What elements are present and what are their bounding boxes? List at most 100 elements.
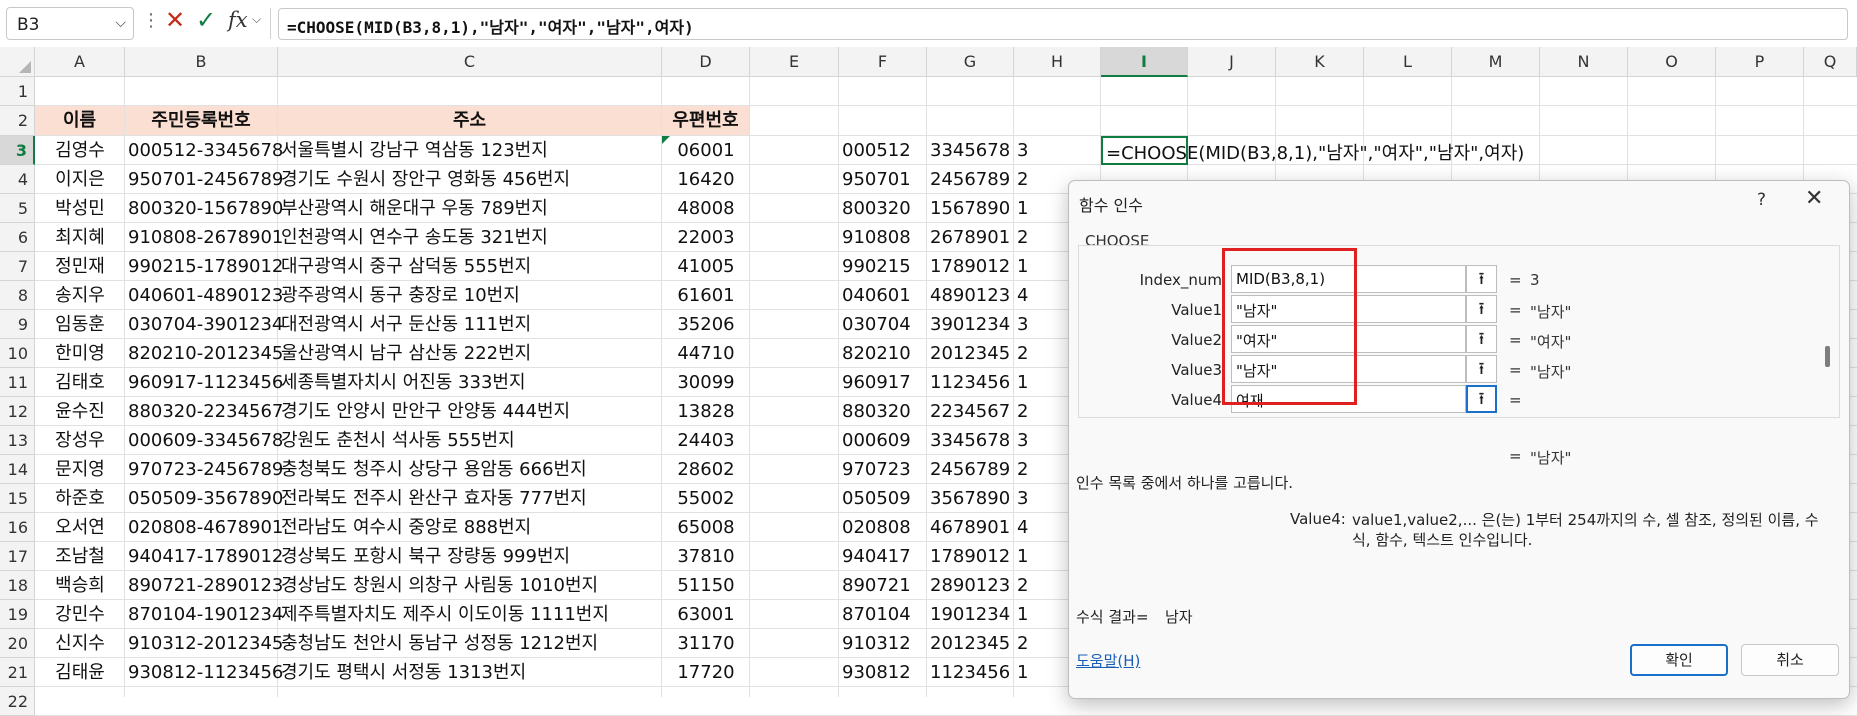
cell-name[interactable]: 이지은 [35,165,125,194]
cell-name[interactable]: 문지영 [35,455,125,484]
insert-function-icon[interactable]: fx [228,8,248,32]
cell-zip[interactable]: 48008 [662,194,750,223]
cell-g[interactable]: 1123456 [930,658,1010,687]
row-header-20[interactable]: 20 [0,629,35,658]
cell-rrn[interactable]: 950701-2456789 [128,165,283,194]
cell-f[interactable]: 950701 [842,165,911,194]
cell-f[interactable]: 890721 [842,571,911,600]
cell-zip[interactable]: 63001 [662,600,750,629]
cell-h[interactable]: 1 [1017,658,1028,687]
cell-g[interactable]: 3901234 [930,310,1010,339]
collapse-dialog-icon[interactable]: ⭱ [1466,265,1497,293]
cell-address[interactable]: 경기도 안양시 만안구 안양동 444번지 [281,397,570,426]
collapse-dialog-icon[interactable]: ⭱ [1466,355,1497,383]
cell-rrn[interactable]: 000512-3345678 [128,136,283,165]
row-header-22[interactable]: 22 [0,687,35,716]
row-header-18[interactable]: 18 [0,571,35,600]
column-header-b[interactable]: B [125,47,278,77]
cell-name[interactable]: 송지우 [35,281,125,310]
cell-g[interactable]: 1789012 [930,252,1010,281]
cell-name[interactable]: 신지수 [35,629,125,658]
close-icon[interactable]: ✕ [1805,186,1823,211]
cell-g[interactable]: 4678901 [930,513,1010,542]
column-header-a[interactable]: A [35,47,125,77]
cell-zip[interactable]: 28602 [662,455,750,484]
cell-f[interactable]: 020808 [842,513,911,542]
cell-zip[interactable]: 37810 [662,542,750,571]
cell-g[interactable]: 2456789 [930,165,1010,194]
cell-f[interactable]: 040601 [842,281,911,310]
cell-zip[interactable]: 51150 [662,571,750,600]
cell-g[interactable]: 1901234 [930,600,1010,629]
row-header-12[interactable]: 12 [0,397,35,426]
cell-g[interactable]: 1123456 [930,368,1010,397]
cell-name[interactable]: 김태윤 [35,658,125,687]
cell-name[interactable]: 윤수진 [35,397,125,426]
cell-f[interactable]: 970723 [842,455,911,484]
row-header-11[interactable]: 11 [0,368,35,397]
cell-zip[interactable]: 44710 [662,339,750,368]
cell-f[interactable]: 990215 [842,252,911,281]
select-all-corner[interactable] [0,47,35,77]
row-header-19[interactable]: 19 [0,600,35,629]
cell-zip[interactable]: 65008 [662,513,750,542]
cell-rrn[interactable]: 800320-1567890 [128,194,283,223]
cell-address[interactable]: 충청남도 천안시 동남구 성정동 1212번지 [281,629,598,658]
cell-name[interactable]: 장성우 [35,426,125,455]
cell-zip[interactable]: 41005 [662,252,750,281]
row-header-6[interactable]: 6 [0,223,35,252]
cell-zip[interactable]: 55002 [662,484,750,513]
cell-rrn[interactable]: 020808-4678901 [128,513,283,542]
cell-h[interactable]: 2 [1017,165,1028,194]
cell-zip[interactable]: 24403 [662,426,750,455]
cell-f[interactable]: 000609 [842,426,911,455]
cell-name[interactable]: 한미영 [35,339,125,368]
cell-g[interactable]: 3345678 [930,426,1010,455]
cell-g[interactable]: 3567890 [930,484,1010,513]
cell-zip[interactable]: 61601 [662,281,750,310]
cancel-icon[interactable]: ✕ [165,6,185,34]
cell-address[interactable]: 전라남도 여수시 중앙로 888번지 [281,513,531,542]
header-zip[interactable]: 우편번호 [662,106,749,135]
column-header-i[interactable]: I [1101,47,1188,77]
cell-h[interactable]: 1 [1017,542,1028,571]
cell-name[interactable]: 하준호 [35,484,125,513]
row-header-9[interactable]: 9 [0,310,35,339]
cell-rrn[interactable]: 910312-2012345 [128,629,283,658]
help-icon[interactable]: ? [1757,190,1766,210]
cell-zip[interactable]: 31170 [662,629,750,658]
cell-rrn[interactable]: 820210-2012345 [128,339,283,368]
cell-name[interactable]: 백승희 [35,571,125,600]
cell-h[interactable]: 2 [1017,455,1028,484]
column-header-q[interactable]: Q [1804,47,1857,77]
cell-h[interactable]: 2 [1017,397,1028,426]
column-header-j[interactable]: J [1188,47,1276,77]
cell-h[interactable]: 1 [1017,252,1028,281]
cell-address[interactable]: 대구광역시 중구 삼덕동 555번지 [281,252,531,281]
cell-rrn[interactable]: 990215-1789012 [128,252,283,281]
column-header-c[interactable]: C [278,47,662,77]
cell-rrn[interactable]: 040601-4890123 [128,281,283,310]
cell-address[interactable]: 경상북도 포항시 북구 장량동 999번지 [281,542,570,571]
cell-rrn[interactable]: 890721-2890123 [128,571,283,600]
cell-h[interactable]: 3 [1017,136,1028,165]
cell-f[interactable]: 050509 [842,484,911,513]
column-header-e[interactable]: E [750,47,839,77]
cell-zip[interactable]: 06001 [662,136,750,165]
cell-rrn[interactable]: 030704-3901234 [128,310,283,339]
ok-button[interactable]: 확인 [1630,644,1728,676]
cell-address[interactable]: 울산광역시 남구 삼산동 222번지 [281,339,531,368]
header-address[interactable]: 주소 [278,106,661,135]
row-header-13[interactable]: 13 [0,426,35,455]
row-header-16[interactable]: 16 [0,513,35,542]
cell-g[interactable]: 1789012 [930,542,1010,571]
cell-address[interactable]: 세종특별자치시 어진동 333번지 [281,368,526,397]
cell-address[interactable]: 충청북도 청주시 상당구 용암동 666번지 [281,455,587,484]
cell-address[interactable]: 서울특별시 강남구 역삼동 123번지 [281,136,548,165]
cell-zip[interactable]: 30099 [662,368,750,397]
cell-rrn[interactable]: 930812-1123456 [128,658,283,687]
cell-address[interactable]: 경기도 수원시 장안구 영화동 456번지 [281,165,570,194]
cell-address[interactable]: 강원도 춘천시 석사동 555번지 [281,426,515,455]
cell-g[interactable]: 2012345 [930,339,1010,368]
cell-f[interactable]: 000512 [842,136,911,165]
